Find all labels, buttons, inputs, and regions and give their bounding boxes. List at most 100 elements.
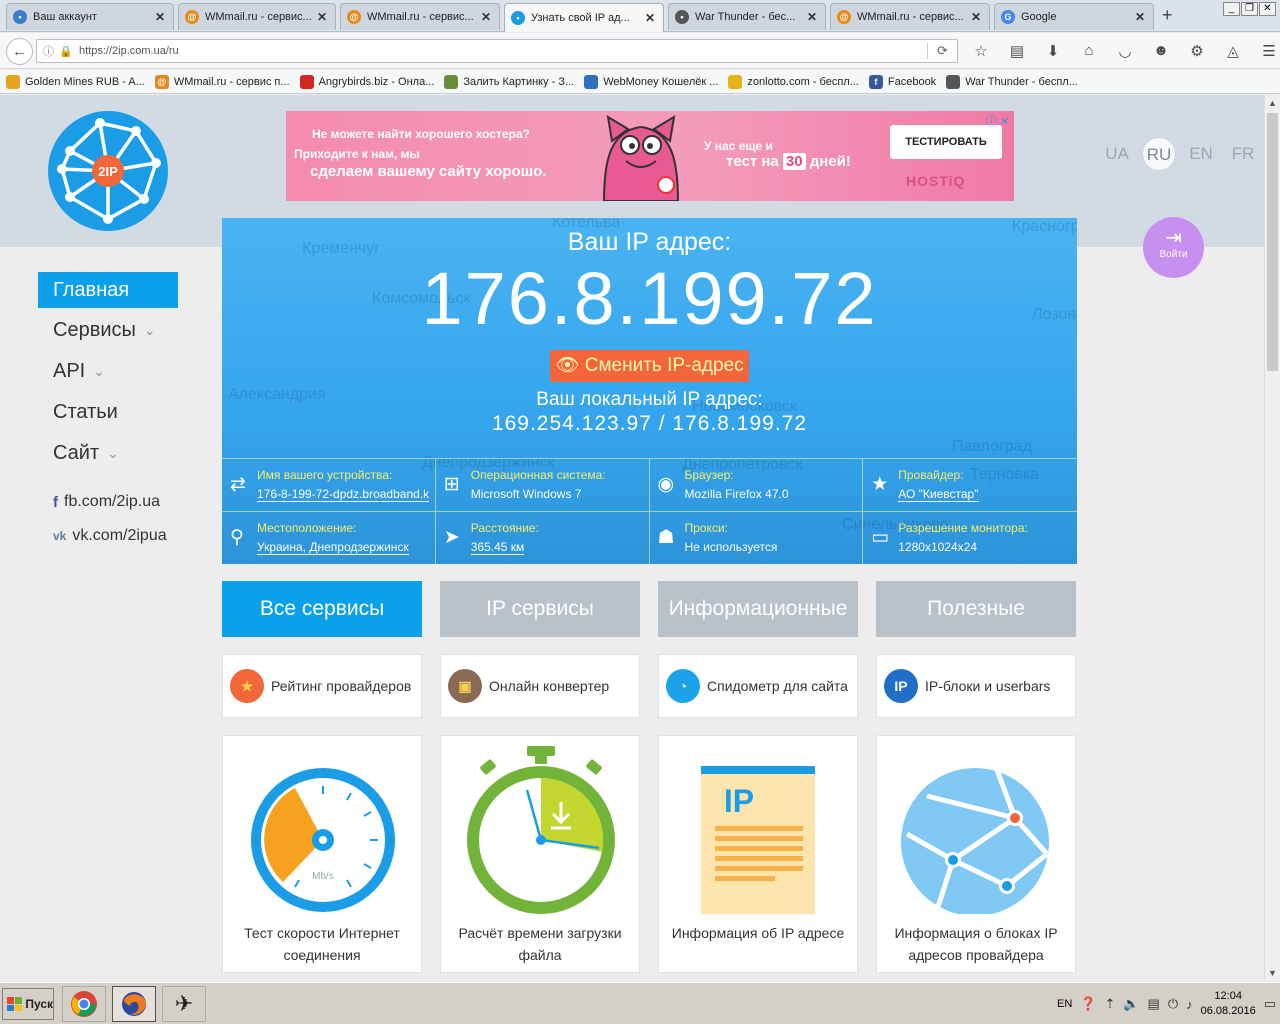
info-cell: ☗ Прокси: Не используется (650, 512, 864, 564)
volume-icon[interactable]: 🔈 (1123, 996, 1139, 1012)
bookmark-item[interactable]: Angrybirds.biz - Онла... (299, 74, 434, 89)
warthunder-icon[interactable]: ✈ (162, 986, 206, 1022)
close-tab-icon[interactable]: ✕ (479, 10, 493, 24)
ad-banner[interactable]: Не можете найти хорошего хостера? Приход… (286, 111, 1014, 201)
close-tab-icon[interactable]: ✕ (643, 11, 657, 25)
back-button[interactable]: ← (6, 38, 33, 65)
category-tab[interactable]: IP сервисы (440, 581, 640, 637)
info-value[interactable]: АО "Киевстар" (898, 487, 979, 502)
close-tab-icon[interactable]: ✕ (315, 10, 329, 24)
ip-address[interactable]: 176.8.199.72 (222, 256, 1077, 341)
language-fr[interactable]: FR (1226, 137, 1260, 171)
browser-tab[interactable]: @ WMmail.ru - сервис... ✕ (830, 3, 990, 30)
firefox-icon[interactable] (112, 986, 156, 1022)
tray-expand-icon[interactable]: ⇡ (1104, 996, 1115, 1012)
social-link[interactable]: vk vk.com/2ipua (38, 519, 198, 553)
bookmark-item[interactable]: War Thunder - беспл... (946, 74, 1078, 89)
nav-item[interactable]: Сервисы ⌄ (38, 311, 198, 349)
bookmark-item[interactable]: Залить Картинку - З... (444, 74, 574, 89)
help-icon[interactable]: ❓ (1080, 996, 1096, 1012)
browser-tab[interactable]: @ WMmail.ru - сервис... ✕ (340, 3, 500, 30)
chrome-icon[interactable] (62, 986, 106, 1022)
service-card-speed-test[interactable]: Mb/s Тест скорости Интернет соединения (222, 735, 422, 973)
download-icon[interactable]: ⬇ (1042, 42, 1064, 60)
power-icon[interactable]: ⏻ (1168, 996, 1178, 1012)
change-ip-button[interactable]: 👁 Сменить IP-адрес (550, 350, 749, 382)
language-ru[interactable]: RU (1142, 137, 1176, 171)
category-tab[interactable]: Информационные (658, 581, 858, 637)
language-ua[interactable]: UA (1100, 137, 1134, 171)
bookmark-item[interactable]: zonlotto.com - беспл... (728, 74, 859, 89)
language-en[interactable]: EN (1184, 137, 1218, 171)
info-value[interactable]: Украина, Днепродзержинск (257, 540, 409, 555)
nav-item[interactable]: Главная (38, 272, 178, 308)
windows-logo-icon (7, 997, 23, 1011)
menu-icon[interactable]: ☰ (1258, 42, 1280, 60)
close-tab-icon[interactable]: ✕ (153, 10, 167, 24)
home-icon[interactable]: ⌂ (1078, 42, 1100, 60)
nav-item[interactable]: Статьи (38, 393, 198, 431)
category-tab[interactable]: Полезные (876, 581, 1076, 637)
scroll-down-icon[interactable]: ▼ (1268, 968, 1277, 978)
language-indicator[interactable]: EN (1057, 998, 1072, 1010)
new-tab-button[interactable]: + (1162, 5, 1173, 26)
browser-tab[interactable]: • War Thunder - бес... ✕ (668, 3, 826, 30)
coin-icon (6, 74, 20, 89)
2ip-logo[interactable]: 2IP (48, 111, 168, 231)
close-window-button[interactable]: ✕ (1259, 2, 1276, 16)
info-value[interactable]: 365.45 км (470, 540, 525, 555)
ad-cta-button[interactable]: ТЕСТИРОВАТЬ (890, 125, 1002, 159)
reading-list-icon[interactable]: ▤ (1006, 42, 1028, 60)
bookmark-star-icon[interactable]: ☆ (970, 42, 992, 60)
service-link[interactable]: IP IP-блоки и userbars (876, 654, 1076, 718)
ad-close-icon[interactable]: ⓘ ✕ (986, 113, 1009, 129)
local-ip-address[interactable]: 169.254.123.97 / 176.8.199.72 (222, 412, 1077, 436)
google-icon: G (1001, 10, 1015, 24)
pocket-icon[interactable]: ◡ (1114, 42, 1136, 60)
info-value[interactable]: 176-8-199-72-dpdz.broadband.kyivstar.net (257, 487, 429, 502)
login-button[interactable]: ⇥ Войти (1143, 217, 1204, 278)
bookmark-item[interactable]: @ WMmail.ru - сервис п... (154, 74, 290, 89)
bookmark-item[interactable]: WebMoney Кошелёк ... (584, 74, 718, 89)
service-link[interactable]: ★ Рейтинг провайдеров (222, 654, 422, 718)
nav-item[interactable]: Сайт ⌄ (38, 434, 198, 472)
browser-tab[interactable]: • Узнать свой IP ад... ✕ (504, 3, 664, 32)
browser-tab[interactable]: • Ваш аккаунт ✕ (6, 3, 174, 30)
close-tab-icon[interactable]: ✕ (1133, 10, 1147, 24)
reload-icon[interactable]: ⟳ (927, 43, 957, 59)
service-link[interactable]: ▣ Онлайн конвертер (440, 654, 640, 718)
speaker-icon[interactable]: ♪ (1186, 997, 1193, 1012)
restore-button[interactable]: ❐ (1241, 2, 1258, 16)
location-icon: ⚲ (230, 527, 244, 548)
social-link[interactable]: f fb.com/2ip.ua (38, 485, 198, 519)
url-text[interactable]: https://2ip.com.ua/ru (75, 45, 927, 57)
browser-tab[interactable]: G Google ✕ (994, 3, 1154, 30)
service-link[interactable]: ◔ Спидометр для сайта (658, 654, 858, 718)
sync-icon[interactable]: ◬ (1222, 42, 1244, 60)
bookmark-item[interactable]: f Facebook (868, 74, 936, 89)
scroll-up-icon[interactable]: ▲ (1268, 98, 1277, 108)
ad-line-5-post: дней! (809, 153, 851, 170)
info-icon[interactable]: ⓘ (43, 43, 59, 59)
close-tab-icon[interactable]: ✕ (805, 10, 819, 24)
floppy-icon: ▣ (448, 669, 482, 703)
service-card-ip-info[interactable]: IP Информация об IP адресе (658, 735, 858, 973)
service-card-download-time[interactable]: Расчёт времени загрузки файла (440, 735, 640, 973)
vertical-scrollbar[interactable]: ▲ ▼ (1264, 95, 1280, 981)
close-tab-icon[interactable]: ✕ (969, 10, 983, 24)
address-bar[interactable]: ⓘ 🔒 https://2ip.com.ua/ru ⟳ (36, 39, 958, 63)
scrollbar-thumb[interactable] (1267, 113, 1278, 371)
clock[interactable]: 12:04 06.08.2016 (1201, 989, 1256, 1019)
extension-icon[interactable]: ⚙ (1186, 42, 1208, 60)
bookmark-item[interactable]: Golden Mines RUB - A... (6, 74, 145, 89)
browser-tab[interactable]: @ WMmail.ru - сервис... ✕ (178, 3, 336, 30)
nav-item[interactable]: API ⌄ (38, 352, 198, 390)
category-tab[interactable]: Все сервисы (222, 581, 422, 637)
minimize-button[interactable]: _ (1223, 2, 1240, 16)
network-icon[interactable]: ▤ (1148, 996, 1160, 1012)
chat-icon[interactable]: ☻ (1150, 42, 1172, 60)
show-desktop-icon[interactable]: ▭ (1264, 996, 1276, 1012)
start-button[interactable]: Пуск (2, 988, 54, 1020)
service-card-ip-blocks[interactable]: Информация о блоках IP адресов провайдер… (876, 735, 1076, 973)
